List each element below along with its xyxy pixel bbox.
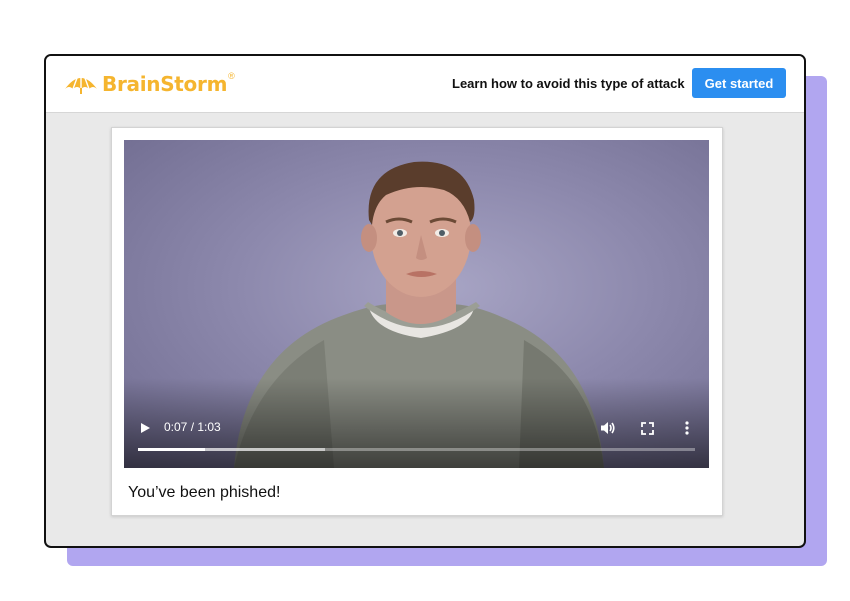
play-icon[interactable]	[136, 419, 154, 437]
site-header: BrainStorm ® Learn how to avoid this type…	[46, 56, 804, 113]
brand-name: BrainStorm	[102, 72, 228, 96]
time-display: 0:07 / 1:03	[164, 420, 221, 434]
umbrella-logo-icon	[65, 75, 97, 94]
header-prompt: Learn how to avoid this type of attack	[452, 76, 685, 91]
volume-icon[interactable]	[598, 419, 618, 437]
progress-played	[138, 448, 205, 451]
video-player[interactable]: 0:07 / 1:03	[124, 140, 709, 468]
registered-mark: ®	[228, 71, 235, 81]
brainstorm-logo[interactable]: BrainStorm ®	[64, 70, 235, 98]
more-options-icon[interactable]	[680, 419, 694, 437]
video-caption: You’ve been phished!	[128, 484, 281, 501]
browser-window: BrainStorm ® Learn how to avoid this type…	[44, 54, 806, 548]
fullscreen-icon[interactable]	[638, 419, 656, 437]
progress-bar[interactable]	[138, 448, 695, 451]
get-started-button[interactable]: Get started	[692, 68, 786, 98]
video-card: 0:07 / 1:03 You’ve been phished!	[111, 127, 723, 516]
